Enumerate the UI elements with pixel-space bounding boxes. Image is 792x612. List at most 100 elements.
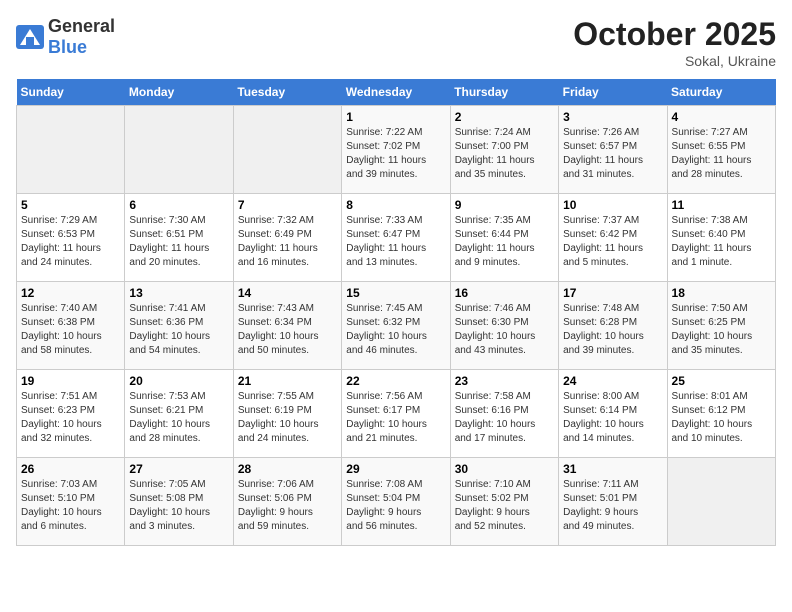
calendar-week-row: 12Sunrise: 7:40 AM Sunset: 6:38 PM Dayli… [17, 282, 776, 370]
day-number: 4 [672, 110, 771, 124]
day-info: Sunrise: 7:27 AM Sunset: 6:55 PM Dayligh… [672, 126, 771, 182]
day-info: Sunrise: 7:30 AM Sunset: 6:51 PM Dayligh… [129, 214, 228, 270]
calendar-cell: 5 Sunrise: 7:29 AM Sunset: 6:53 PM Daylig… [17, 194, 125, 282]
day-number: 6 [129, 198, 228, 212]
day-info: Sunrise: 7:38 AM Sunset: 6:40 PM Dayligh… [672, 214, 771, 270]
calendar-cell: 24Sunrise: 8:00 AM Sunset: 6:14 PM Dayli… [559, 370, 667, 458]
calendar-cell: 9 Sunrise: 7:35 AM Sunset: 6:44 PM Daylig… [450, 194, 558, 282]
day-info: Sunrise: 7:35 AM Sunset: 6:44 PM Dayligh… [455, 214, 554, 270]
calendar-cell: 12Sunrise: 7:40 AM Sunset: 6:38 PM Dayli… [17, 282, 125, 370]
day-number: 7 [238, 198, 337, 212]
calendar-cell: 20 Sunrise: 7:53 AM Sunset: 6:21 PM Dayli… [125, 370, 233, 458]
logo-general: General [48, 16, 115, 36]
day-info: Sunrise: 7:45 AM Sunset: 6:32 PM Dayligh… [346, 302, 445, 358]
day-number: 1 [346, 110, 445, 124]
day-info: Sunrise: 7:58 AM Sunset: 6:16 PM Dayligh… [455, 390, 554, 446]
calendar-cell: 22 Sunrise: 7:56 AM Sunset: 6:17 PM Dayli… [342, 370, 450, 458]
calendar-cell: 11 Sunrise: 7:38 AM Sunset: 6:40 PM Dayli… [667, 194, 775, 282]
day-info: Sunrise: 7:08 AM Sunset: 5:04 PM Dayligh… [346, 478, 445, 534]
calendar-cell: 3Sunrise: 7:26 AM Sunset: 6:57 PM Daylig… [559, 106, 667, 194]
day-info: Sunrise: 7:48 AM Sunset: 6:28 PM Dayligh… [563, 302, 662, 358]
day-info: Sunrise: 7:26 AM Sunset: 6:57 PM Dayligh… [563, 126, 662, 182]
day-info: Sunrise: 7:43 AM Sunset: 6:34 PM Dayligh… [238, 302, 337, 358]
calendar-cell: 13 Sunrise: 7:41 AM Sunset: 6:36 PM Dayli… [125, 282, 233, 370]
calendar-cell: 6 Sunrise: 7:30 AM Sunset: 6:51 PM Daylig… [125, 194, 233, 282]
day-number: 18 [672, 286, 771, 300]
day-number: 27 [129, 462, 228, 476]
weekday-header: Saturday [667, 79, 775, 106]
day-number: 9 [455, 198, 554, 212]
day-info: Sunrise: 7:56 AM Sunset: 6:17 PM Dayligh… [346, 390, 445, 446]
day-number: 22 [346, 374, 445, 388]
day-info: Sunrise: 7:32 AM Sunset: 6:49 PM Dayligh… [238, 214, 337, 270]
day-number: 20 [129, 374, 228, 388]
calendar-cell: 1 Sunrise: 7:22 AM Sunset: 7:02 PM Daylig… [342, 106, 450, 194]
calendar-week-row: 19Sunrise: 7:51 AM Sunset: 6:23 PM Dayli… [17, 370, 776, 458]
weekday-header: Wednesday [342, 79, 450, 106]
day-info: Sunrise: 7:11 AM Sunset: 5:01 PM Dayligh… [563, 478, 662, 534]
location-subtitle: Sokal, Ukraine [573, 53, 776, 69]
calendar-cell: 25 Sunrise: 8:01 AM Sunset: 6:12 PM Dayli… [667, 370, 775, 458]
calendar: SundayMondayTuesdayWednesdayThursdayFrid… [16, 79, 776, 546]
calendar-cell: 7 Sunrise: 7:32 AM Sunset: 6:49 PM Daylig… [233, 194, 341, 282]
day-info: Sunrise: 7:10 AM Sunset: 5:02 PM Dayligh… [455, 478, 554, 534]
day-info: Sunrise: 7:03 AM Sunset: 5:10 PM Dayligh… [21, 478, 120, 534]
day-info: Sunrise: 7:37 AM Sunset: 6:42 PM Dayligh… [563, 214, 662, 270]
calendar-cell: 30 Sunrise: 7:10 AM Sunset: 5:02 PM Dayli… [450, 458, 558, 546]
day-number: 16 [455, 286, 554, 300]
calendar-cell: 21 Sunrise: 7:55 AM Sunset: 6:19 PM Dayli… [233, 370, 341, 458]
day-number: 21 [238, 374, 337, 388]
weekday-header: Thursday [450, 79, 558, 106]
calendar-cell: 19Sunrise: 7:51 AM Sunset: 6:23 PM Dayli… [17, 370, 125, 458]
calendar-cell: 8Sunrise: 7:33 AM Sunset: 6:47 PM Daylig… [342, 194, 450, 282]
day-number: 11 [672, 198, 771, 212]
day-info: Sunrise: 7:29 AM Sunset: 6:53 PM Dayligh… [21, 214, 120, 270]
day-number: 14 [238, 286, 337, 300]
day-number: 2 [455, 110, 554, 124]
logo-blue: Blue [48, 37, 87, 57]
header: General Blue October 2025 Sokal, Ukraine [16, 16, 776, 69]
weekday-header: Sunday [17, 79, 125, 106]
day-number: 15 [346, 286, 445, 300]
calendar-cell: 31Sunrise: 7:11 AM Sunset: 5:01 PM Dayli… [559, 458, 667, 546]
calendar-week-row: 26 Sunrise: 7:03 AM Sunset: 5:10 PM Dayli… [17, 458, 776, 546]
day-info: Sunrise: 7:24 AM Sunset: 7:00 PM Dayligh… [455, 126, 554, 182]
day-info: Sunrise: 8:01 AM Sunset: 6:12 PM Dayligh… [672, 390, 771, 446]
calendar-cell: 4 Sunrise: 7:27 AM Sunset: 6:55 PM Daylig… [667, 106, 775, 194]
calendar-cell: 10Sunrise: 7:37 AM Sunset: 6:42 PM Dayli… [559, 194, 667, 282]
calendar-cell [233, 106, 341, 194]
calendar-cell [125, 106, 233, 194]
calendar-cell: 27 Sunrise: 7:05 AM Sunset: 5:08 PM Dayli… [125, 458, 233, 546]
weekday-header: Tuesday [233, 79, 341, 106]
weekday-header: Friday [559, 79, 667, 106]
logo: General Blue [16, 16, 115, 58]
calendar-cell [17, 106, 125, 194]
calendar-cell: 17 Sunrise: 7:48 AM Sunset: 6:28 PM Dayli… [559, 282, 667, 370]
day-number: 25 [672, 374, 771, 388]
day-info: Sunrise: 7:53 AM Sunset: 6:21 PM Dayligh… [129, 390, 228, 446]
calendar-week-row: 5 Sunrise: 7:29 AM Sunset: 6:53 PM Daylig… [17, 194, 776, 282]
day-info: Sunrise: 7:40 AM Sunset: 6:38 PM Dayligh… [21, 302, 120, 358]
day-info: Sunrise: 7:06 AM Sunset: 5:06 PM Dayligh… [238, 478, 337, 534]
day-number: 5 [21, 198, 120, 212]
calendar-cell: 26 Sunrise: 7:03 AM Sunset: 5:10 PM Dayli… [17, 458, 125, 546]
day-number: 28 [238, 462, 337, 476]
calendar-cell: 15 Sunrise: 7:45 AM Sunset: 6:32 PM Dayli… [342, 282, 450, 370]
weekday-header: Monday [125, 79, 233, 106]
day-number: 30 [455, 462, 554, 476]
day-info: Sunrise: 7:05 AM Sunset: 5:08 PM Dayligh… [129, 478, 228, 534]
day-number: 26 [21, 462, 120, 476]
day-info: Sunrise: 7:22 AM Sunset: 7:02 PM Dayligh… [346, 126, 445, 182]
calendar-cell: 16 Sunrise: 7:46 AM Sunset: 6:30 PM Dayli… [450, 282, 558, 370]
day-info: Sunrise: 7:55 AM Sunset: 6:19 PM Dayligh… [238, 390, 337, 446]
day-info: Sunrise: 7:50 AM Sunset: 6:25 PM Dayligh… [672, 302, 771, 358]
day-info: Sunrise: 7:41 AM Sunset: 6:36 PM Dayligh… [129, 302, 228, 358]
day-number: 29 [346, 462, 445, 476]
month-title: October 2025 [573, 16, 776, 53]
day-number: 17 [563, 286, 662, 300]
day-number: 13 [129, 286, 228, 300]
calendar-cell: 14 Sunrise: 7:43 AM Sunset: 6:34 PM Dayli… [233, 282, 341, 370]
calendar-cell: 28 Sunrise: 7:06 AM Sunset: 5:06 PM Dayli… [233, 458, 341, 546]
day-info: Sunrise: 7:46 AM Sunset: 6:30 PM Dayligh… [455, 302, 554, 358]
day-number: 23 [455, 374, 554, 388]
